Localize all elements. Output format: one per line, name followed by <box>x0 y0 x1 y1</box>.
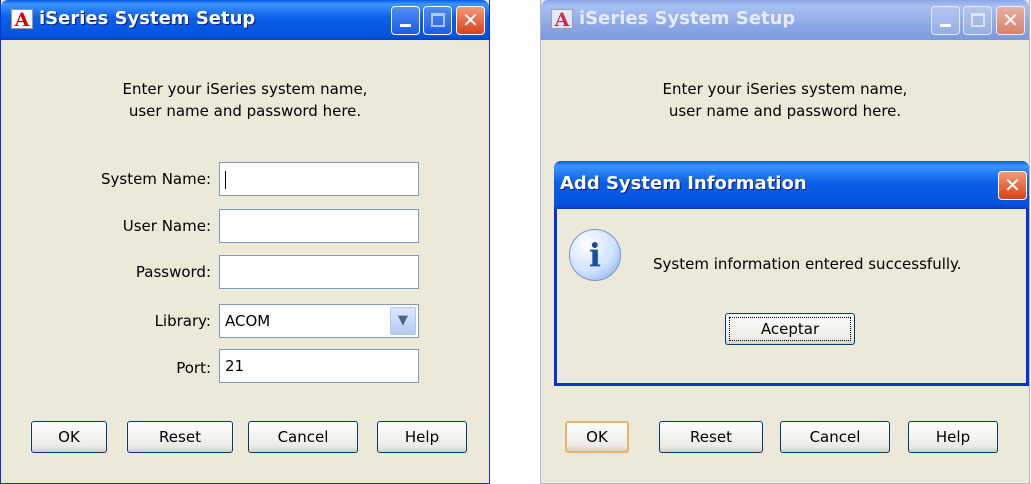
ok-button[interactable]: OK <box>31 421 107 453</box>
dialog-close-button[interactable]: ✕ <box>998 171 1027 200</box>
info-icon: i <box>569 229 621 281</box>
minimize-icon <box>940 24 951 27</box>
intro-line-2: user name and password here. <box>668 102 902 120</box>
minimize-button[interactable] <box>391 6 420 35</box>
user-name-label: User Name: <box>122 217 211 235</box>
iseries-a-logo-icon: A <box>551 9 573 30</box>
dialog-message: System information entered successfully. <box>653 255 962 273</box>
dialog-title-bar[interactable]: Add System Information ✕ <box>554 161 1029 209</box>
password-label: Password: <box>135 263 211 281</box>
window-title: iSeries System Setup <box>39 8 256 29</box>
close-button[interactable]: ✕ <box>456 6 485 35</box>
reset-button[interactable]: Reset <box>659 421 763 453</box>
port-input[interactable]: 21 <box>219 349 419 383</box>
text-caret <box>225 170 226 189</box>
chevron-down-icon[interactable]: ▼ <box>390 307 416 335</box>
close-icon: ✕ <box>462 8 479 32</box>
iseries-a-logo-icon: A <box>11 9 33 30</box>
system-setup-window: A iSeries System Setup ✕ Enter your iSer… <box>0 0 490 484</box>
library-label: Library: <box>154 312 211 330</box>
close-icon: ✕ <box>1004 173 1021 197</box>
maximize-button[interactable] <box>423 6 452 35</box>
title-bar[interactable]: A iSeries System Setup ✕ <box>1 0 489 40</box>
focus-rect <box>729 317 851 341</box>
close-button[interactable]: ✕ <box>996 6 1025 35</box>
intro-text: Enter your iSeries system name, user nam… <box>541 78 1029 122</box>
cancel-button[interactable]: Cancel <box>780 421 890 453</box>
system-name-input[interactable] <box>219 162 419 196</box>
library-select[interactable]: ACOM ▼ <box>219 304 419 338</box>
maximize-icon <box>431 13 445 27</box>
window-title: iSeries System Setup <box>579 8 796 29</box>
aceptar-button[interactable]: Aceptar <box>725 313 855 345</box>
close-icon: ✕ <box>1002 8 1019 32</box>
ok-button[interactable]: OK <box>565 421 629 453</box>
title-bar[interactable]: A iSeries System Setup ✕ <box>541 0 1029 40</box>
reset-button[interactable]: Reset <box>127 421 233 453</box>
help-button[interactable]: Help <box>908 421 998 453</box>
dialog-title: Add System Information <box>560 173 807 194</box>
port-label: Port: <box>176 359 211 377</box>
password-input[interactable] <box>219 255 419 289</box>
cancel-button[interactable]: Cancel <box>248 421 358 453</box>
intro-line-1: Enter your iSeries system name, <box>122 80 368 98</box>
system-name-label: System Name: <box>100 170 211 188</box>
intro-line-2: user name and password here. <box>128 102 362 120</box>
user-name-input[interactable] <box>219 209 419 243</box>
intro-text: Enter your iSeries system name, user nam… <box>1 78 489 122</box>
minimize-icon <box>400 24 411 27</box>
minimize-button[interactable] <box>931 6 960 35</box>
maximize-button[interactable] <box>963 6 992 35</box>
help-button[interactable]: Help <box>377 421 467 453</box>
intro-line-1: Enter your iSeries system name, <box>662 80 908 98</box>
add-system-info-dialog: Add System Information ✕ i System inform… <box>554 161 1029 386</box>
library-value: ACOM <box>225 312 271 330</box>
maximize-icon <box>971 13 985 27</box>
